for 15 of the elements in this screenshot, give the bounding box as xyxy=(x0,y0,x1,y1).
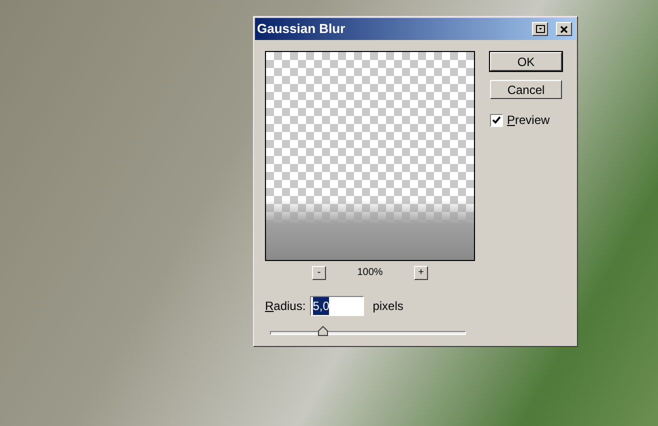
dialog-button[interactable]: OK xyxy=(490,52,562,71)
dialog-button[interactable]: Cancel xyxy=(490,80,562,99)
close-icon xyxy=(560,26,568,32)
preview-checkbox[interactable]: Preview xyxy=(490,111,562,129)
radius-input[interactable]: 5,0 xyxy=(310,296,364,316)
radius-unit: pixels xyxy=(372,298,404,315)
window-menu-button[interactable] xyxy=(532,22,548,36)
radius-label: Radius: xyxy=(265,298,306,315)
window-title: Gaussian Blur xyxy=(257,20,346,38)
zoom-out-button[interactable]: - xyxy=(312,266,326,280)
close-button[interactable] xyxy=(556,22,572,36)
zoom-in-button[interactable]: + xyxy=(414,266,428,280)
zoom-level: 100% xyxy=(356,266,384,280)
window-icon xyxy=(536,25,544,33)
slider-thumb[interactable] xyxy=(318,326,328,336)
